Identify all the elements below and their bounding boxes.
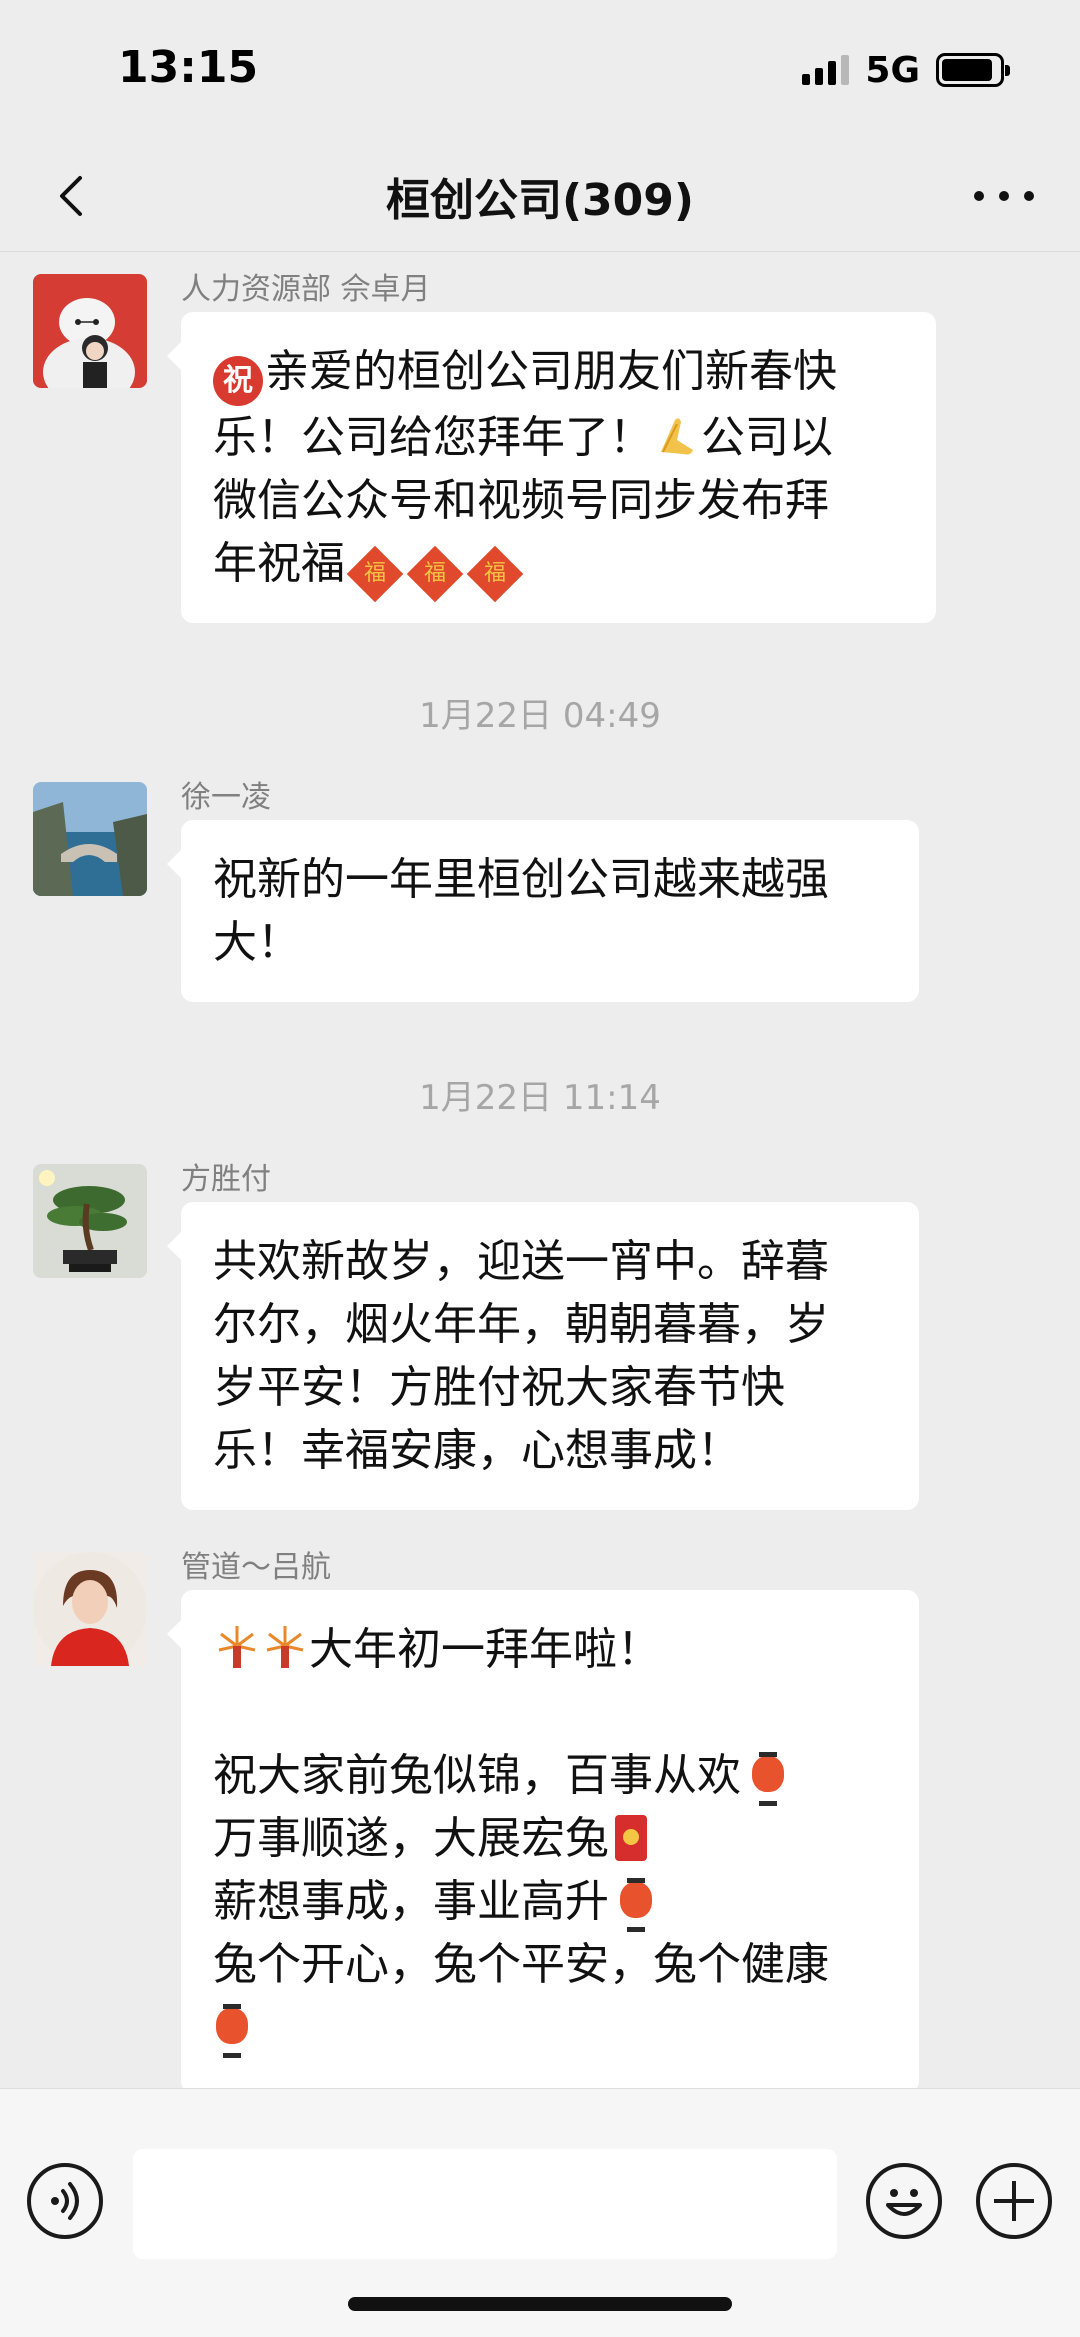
- message-item: 人力资源部 佘卓月 祝亲爱的桓创公司朋友们新春快 乐！公司给您拜年了！ 公司以 微…: [0, 252, 1080, 672]
- message-item: 管道～吕航 大年初一拜年啦！ 祝大家前兔似锦，百事从欢 万事顺遂，大展宏兔 薪想…: [0, 1530, 1080, 2088]
- signal-icon: [802, 55, 850, 85]
- timestamp: 1月22日 11:14: [419, 1078, 661, 1118]
- status-time: 13:15: [118, 42, 259, 93]
- fu-diamond-icon: 福: [406, 545, 464, 603]
- fu-diamond-icon: 福: [346, 545, 404, 603]
- avatar[interactable]: [33, 1164, 147, 1278]
- battery-icon: [936, 53, 1010, 87]
- voice-icon[interactable]: [27, 2163, 103, 2239]
- chat-header: 桓创公司(309): [0, 140, 1080, 252]
- fu-diamond-icon: 福: [466, 545, 524, 603]
- message-bubble[interactable]: 祝亲爱的桓创公司朋友们新春快 乐！公司给您拜年了！ 公司以 微信公众号和视频号同步…: [167, 312, 936, 623]
- message-list[interactable]: 人力资源部 佘卓月 祝亲爱的桓创公司朋友们新春快 乐！公司给您拜年了！ 公司以 微…: [0, 252, 1080, 2088]
- lantern-icon: [749, 1750, 787, 1806]
- fireworks-icon: [218, 1626, 256, 1668]
- sender-name: 方胜付: [181, 1162, 271, 1197]
- message-item: 徐一凌 祝新的一年里桓创公司越来越强 大！: [0, 760, 1080, 1002]
- avatar[interactable]: [33, 1552, 147, 1666]
- lantern-icon: [213, 2002, 251, 2058]
- message-item: 方胜付 共欢新故岁，迎送一宵中。辞暮 尔尔，烟火年年，朝朝暮暮，岁 岁平安！方胜…: [0, 1142, 1080, 1512]
- red-envelope-icon: [615, 1815, 647, 1861]
- message-bubble[interactable]: 祝新的一年里桓创公司越来越强 大！: [167, 820, 919, 1002]
- status-bar: 13:15 5G: [0, 0, 1080, 140]
- timestamp: 1月22日 04:49: [419, 696, 661, 736]
- fireworks-icon: [266, 1626, 304, 1668]
- avatar[interactable]: [33, 782, 147, 896]
- chat-title: 桓创公司(309): [385, 175, 695, 226]
- message-bubble[interactable]: 大年初一拜年啦！ 祝大家前兔似锦，百事从欢 万事顺遂，大展宏兔 薪想事成，事业高…: [167, 1590, 919, 2088]
- message-input[interactable]: [133, 2149, 837, 2259]
- avatar[interactable]: [33, 274, 147, 388]
- status-indicators: 5G: [802, 49, 1010, 91]
- praying-hands-icon: [661, 418, 693, 455]
- more-dots-icon[interactable]: [974, 176, 1034, 216]
- sender-name: 徐一凌: [181, 780, 271, 815]
- plus-icon[interactable]: [976, 2163, 1052, 2239]
- smiley-icon[interactable]: [866, 2163, 942, 2239]
- blessing-icon: 祝: [213, 356, 263, 406]
- sender-name: 管道～吕航: [181, 1550, 331, 1585]
- sender-name: 人力资源部 佘卓月: [181, 272, 431, 307]
- network-type: 5G: [865, 49, 920, 91]
- message-bubble[interactable]: 共欢新故岁，迎送一宵中。辞暮 尔尔，烟火年年，朝朝暮暮，岁 岁平安！方胜付祝大家…: [167, 1202, 919, 1510]
- home-indicator[interactable]: [348, 2297, 732, 2311]
- lantern-icon: [617, 1876, 655, 1932]
